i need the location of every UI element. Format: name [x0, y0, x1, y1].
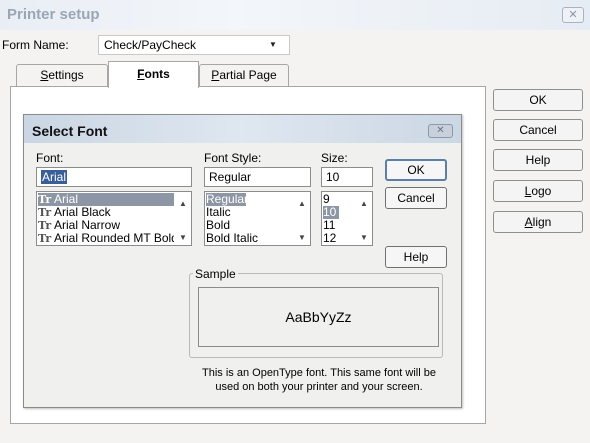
- chevron-down-icon[interactable]: ▼: [269, 40, 277, 49]
- form-name-value: Check/PayCheck: [104, 38, 197, 52]
- list-item[interactable]: Tr Arial Rounded MT Bold: [38, 232, 174, 245]
- scroll-down-icon[interactable]: ▼: [179, 233, 187, 242]
- dialog-help-button[interactable]: Help: [385, 246, 447, 268]
- font-name-value: Arial: [41, 170, 68, 184]
- list-item[interactable]: 10: [323, 206, 339, 219]
- dialog-ok-button[interactable]: OK: [385, 159, 447, 181]
- cancel-button[interactable]: Cancel: [493, 119, 583, 141]
- window-title: Printer setup: [7, 6, 100, 23]
- window-titlebar[interactable]: Printer setup ✕: [0, 0, 590, 30]
- form-name-label: Form Name:: [2, 38, 69, 52]
- size-value: 10: [326, 170, 340, 184]
- logo-button[interactable]: Logo: [493, 180, 583, 202]
- sample-preview: AaBbYyZz: [198, 287, 439, 347]
- font-style-list[interactable]: Regular Italic Bold Bold Italic ▲ ▼: [204, 191, 311, 246]
- list-item[interactable]: 9: [323, 193, 355, 206]
- truetype-font-icon: Tr: [38, 232, 52, 245]
- help-button[interactable]: Help: [493, 149, 583, 171]
- tab-settings[interactable]: Settings: [16, 64, 108, 86]
- tab-label-rest: ettings: [48, 68, 84, 82]
- scroll-up-icon[interactable]: ▲: [179, 199, 187, 208]
- size-label: Size:: [321, 151, 348, 165]
- size-list-scrollbar[interactable]: ▲ ▼: [356, 192, 372, 245]
- tab-label-rest: artial Page: [219, 68, 277, 82]
- truetype-font-icon: Tr: [38, 219, 52, 232]
- list-item[interactable]: Italic: [206, 206, 294, 219]
- list-item[interactable]: Bold Italic: [206, 232, 294, 245]
- form-name-dropdown[interactable]: Check/PayCheck ▼: [98, 35, 290, 55]
- font-list[interactable]: Tr Arial Tr Arial Black Tr Arial Narrow Tr A…: [36, 191, 192, 246]
- scroll-down-icon[interactable]: ▼: [360, 233, 368, 242]
- font-style-label: Font Style:: [204, 151, 262, 165]
- truetype-font-icon: Tr: [38, 193, 52, 206]
- font-style-value: Regular: [209, 170, 252, 184]
- align-button[interactable]: Align: [493, 211, 583, 233]
- style-list-scrollbar[interactable]: ▲ ▼: [294, 192, 310, 245]
- scroll-down-icon[interactable]: ▼: [298, 233, 306, 242]
- tab-label-hotkey: F: [137, 67, 145, 81]
- size-input[interactable]: 10: [321, 167, 373, 187]
- list-item[interactable]: Tr Arial Black: [38, 206, 174, 219]
- scroll-up-icon[interactable]: ▲: [298, 199, 306, 208]
- list-item[interactable]: Tr Arial: [38, 193, 174, 206]
- list-item[interactable]: 11: [323, 219, 355, 232]
- list-item[interactable]: 12: [323, 232, 355, 245]
- dialog-close-icon[interactable]: ✕: [428, 124, 453, 138]
- size-list[interactable]: 9 10 11 12 ▲ ▼: [321, 191, 373, 246]
- select-font-dialog: Select Font ✕ Font: Arial Tr Arial Tr Aria…: [23, 114, 462, 408]
- font-info-note: This is an OpenType font. This same font…: [202, 367, 436, 393]
- ok-button[interactable]: OK: [493, 89, 583, 111]
- printer-setup-window: Printer setup ✕ Form Name: Check/PayChec…: [0, 0, 590, 443]
- font-list-scrollbar[interactable]: ▲ ▼: [175, 192, 191, 245]
- sample-label: Sample: [193, 267, 238, 281]
- font-style-input[interactable]: Regular: [204, 167, 311, 187]
- scroll-up-icon[interactable]: ▲: [360, 199, 368, 208]
- tab-fonts[interactable]: Fonts: [108, 61, 199, 88]
- close-icon[interactable]: ✕: [562, 7, 584, 23]
- list-item[interactable]: Tr Arial Narrow: [38, 219, 174, 232]
- font-label: Font:: [36, 151, 64, 165]
- list-item[interactable]: Regular: [206, 193, 246, 206]
- dialog-cancel-button[interactable]: Cancel: [385, 187, 447, 209]
- list-item[interactable]: Bold: [206, 219, 294, 232]
- dialog-title: Select Font: [32, 123, 108, 139]
- tab-label-rest: onts: [144, 67, 170, 81]
- tab-partial-page[interactable]: Partial Page: [199, 64, 289, 86]
- truetype-font-icon: Tr: [38, 206, 52, 219]
- font-name-input[interactable]: Arial: [36, 167, 192, 187]
- dialog-titlebar[interactable]: Select Font ✕: [24, 115, 461, 143]
